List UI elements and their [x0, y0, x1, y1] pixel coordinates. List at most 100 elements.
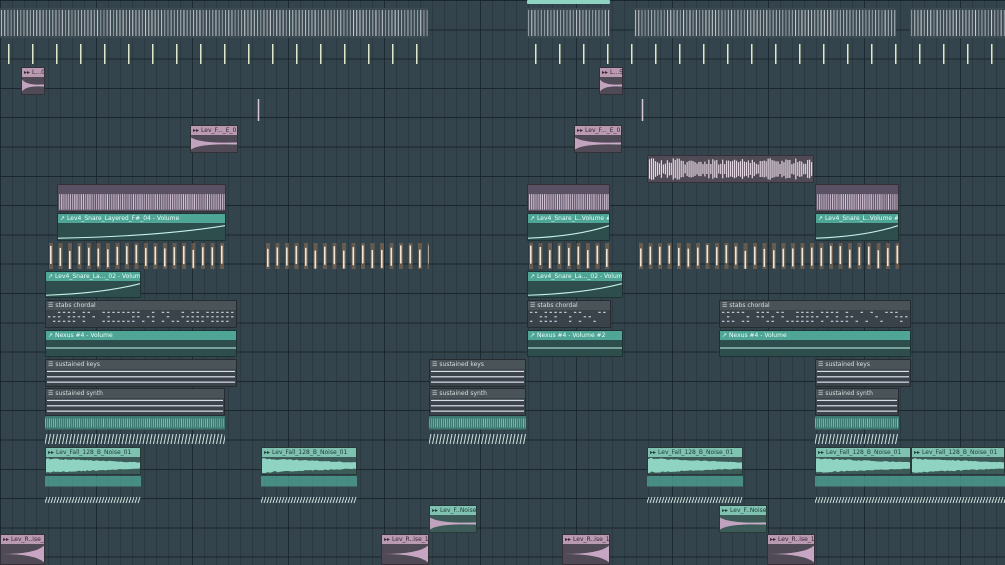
- clip-header[interactable]: ▸▸ Lev_R..ise_1: [1, 535, 44, 544]
- playlist-arrangement[interactable]: ▸▸L...05 ▸▸L...5 ▸▸Lev_F..._E_05 ▸▸Lev_F...…: [0, 0, 1005, 565]
- clip-header[interactable]: ☰ sustained synth: [430, 389, 525, 398]
- clip-header[interactable]: ▸▸L...05: [22, 68, 44, 77]
- noise-b[interactable]: ▸▸ Lev_Fall_128_B_Noise_01: [261, 447, 357, 475]
- clip-header[interactable]: ↗ Nexus #4 - Volume: [720, 331, 910, 340]
- rise-c[interactable]: ▸▸ Lev_R..ise_1: [562, 534, 610, 565]
- nexus-a[interactable]: ↗ Nexus #4 - Volume: [45, 330, 237, 357]
- noise-a[interactable]: ▸▸ Lev_Fall_128_B_Noise_01: [45, 447, 141, 475]
- clip-levf-e05-b[interactable]: ▸▸ Lev_F..._E_05: [574, 125, 622, 153]
- clip-header[interactable]: ↗ Lev4_Snare_L..Volume #2: [816, 214, 898, 223]
- automation-icon: ↗: [530, 273, 536, 280]
- clip-label: sustained synth: [825, 390, 873, 397]
- synth-c[interactable]: ☰ sustained synth: [815, 388, 899, 416]
- hat-strip-3[interactable]: [634, 8, 896, 38]
- hat-strip-4[interactable]: [910, 8, 1005, 38]
- clip-label: Lev_Fall_128_B_Noise_01: [922, 449, 998, 456]
- clip-content: [816, 369, 910, 386]
- clip-header[interactable]: ▸▸ Lev_F..Noise: [720, 506, 766, 515]
- clip-header[interactable]: ▸▸ Lev_Fall_128_B_Noise_01: [648, 448, 742, 457]
- snare-vol-a[interactable]: ↗ Lev4_Snare_Layered_F#_04 - Volume: [57, 213, 226, 241]
- clip-header[interactable]: ☰ sustained keys: [46, 360, 236, 369]
- clip-header[interactable]: ▸▸ Lev_R..ise_1: [382, 535, 428, 544]
- top-edge-clip[interactable]: [527, 0, 610, 4]
- snare-hits-c[interactable]: [527, 241, 611, 271]
- stabs-b[interactable]: ☰ stabs chordal: [527, 300, 611, 328]
- clip-header[interactable]: ☰ sustained keys: [816, 360, 910, 369]
- clip-header[interactable]: ▸▸ Lev_F..._E_05: [575, 126, 621, 135]
- synth-a[interactable]: ☰ sustained synth: [45, 388, 225, 416]
- rise-a[interactable]: ▸▸ Lev_R..ise_1: [0, 534, 45, 565]
- clip-header[interactable]: ▸▸ Lev_F..._E_05: [191, 126, 237, 135]
- clip-l05-b[interactable]: ▸▸ L...5: [599, 67, 623, 95]
- roll-clip[interactable]: [647, 155, 814, 183]
- snare-vol-b[interactable]: ↗ Lev4_Snare_L..Volume #2: [527, 213, 610, 241]
- snare-la02-a[interactable]: ↗ Lev4_Snare_La..._02 - Volume: [45, 271, 141, 298]
- clip-header[interactable]: ☰ stabs chordal: [720, 301, 910, 310]
- waveform: [46, 457, 140, 473]
- waveform: [535, 44, 993, 64]
- clip-levf-e05-a[interactable]: ▸▸ Lev_F..._E_05: [190, 125, 238, 153]
- noise-c[interactable]: ▸▸ Lev_Fall_128_B_Noise_01: [647, 447, 743, 475]
- clip-header[interactable]: ▸▸ Lev_Fall_128_B_Noise_01: [816, 448, 910, 457]
- hat-strip-2[interactable]: [527, 8, 610, 38]
- audio-clip-icon: ▸▸: [602, 69, 609, 76]
- clip-content: [815, 476, 1005, 506]
- pad-teal-a[interactable]: [45, 416, 225, 446]
- tiny-hit-a[interactable]: [256, 97, 261, 123]
- snare-dense-c[interactable]: [815, 184, 899, 212]
- clip-header[interactable]: ▸▸ Lev_F..Noise: [430, 506, 476, 515]
- clip-header[interactable]: ↗ Nexus #4 - Volume: [46, 331, 236, 340]
- clip-header[interactable]: ☰ stabs chordal: [46, 301, 236, 310]
- snare-dense-b[interactable]: [527, 184, 610, 212]
- noise-tail-d[interactable]: [815, 476, 1005, 506]
- rise-b[interactable]: ▸▸ Lev_R..ise_1: [381, 534, 429, 565]
- clip-header[interactable]: ☰ sustained keys: [430, 360, 525, 369]
- pad-teal-b[interactable]: [429, 416, 526, 446]
- levf-noise-a[interactable]: ▸▸ Lev_F..Noise: [429, 505, 477, 533]
- noise-e[interactable]: ▸▸ Lev_Fall_128_B_Noise_01: [911, 447, 1005, 475]
- clip-header[interactable]: ▸▸ Lev_Fall_128_B_Noise_01: [912, 448, 1004, 457]
- keys-b[interactable]: ☰ sustained keys: [429, 359, 526, 387]
- clip-label: Lev4_Snare_Layered_F#_04 - Volume: [67, 215, 180, 222]
- clip-header[interactable]: ▸▸ Lev_R..ise_1: [768, 535, 814, 544]
- kick-strip-1[interactable]: [0, 40, 428, 66]
- clip-header[interactable]: ↗ Lev4_Snare_La..._02 - Volume: [46, 272, 140, 281]
- stabs-c[interactable]: ☰ stabs chordal: [719, 300, 911, 328]
- snare-hits-b[interactable]: [264, 241, 429, 271]
- keys-a[interactable]: ☰ sustained keys: [45, 359, 237, 387]
- snare-hits-d[interactable]: [637, 241, 899, 271]
- nexus-b[interactable]: ↗ Nexus #4 - Volume #2: [527, 330, 623, 357]
- snare-hits-a[interactable]: [47, 241, 228, 271]
- stabs-a[interactable]: ☰ stabs chordal: [45, 300, 237, 328]
- snare-dense-a[interactable]: [57, 184, 226, 212]
- rise-d[interactable]: ▸▸ Lev_R..ise_1: [767, 534, 815, 565]
- audio-clip-icon: ▸▸: [650, 449, 657, 456]
- clip-header[interactable]: ↗ Lev4_Snare_La..._02 - Volume: [528, 272, 622, 281]
- levf-noise-b[interactable]: ▸▸ Lev_F..Noise: [719, 505, 767, 533]
- clip-header[interactable]: ↗ Nexus #4 - Volume #2: [528, 331, 622, 340]
- noise-tail-a[interactable]: [45, 476, 141, 506]
- noise-tail-c[interactable]: [647, 476, 743, 506]
- clip-header[interactable]: ▸▸ Lev_R..ise_1: [563, 535, 609, 544]
- pad-teal-c[interactable]: [815, 416, 899, 446]
- clip-header[interactable]: ▸▸ Lev_Fall_128_B_Noise_01: [46, 448, 140, 457]
- clip-header[interactable]: ↗ Lev4_Snare_L..Volume #2: [528, 214, 609, 223]
- keys-c[interactable]: ☰ sustained keys: [815, 359, 911, 387]
- clip-label: stabs chordal: [537, 302, 578, 309]
- synth-b[interactable]: ☰ sustained synth: [429, 388, 526, 416]
- clip-l05-a[interactable]: ▸▸L...05: [21, 67, 45, 95]
- snare-la02-b[interactable]: ↗ Lev4_Snare_La..._02 - Volume: [527, 271, 623, 298]
- nexus-c[interactable]: ↗ Nexus #4 - Volume: [719, 330, 911, 357]
- clip-header[interactable]: ▸▸ L...5: [600, 68, 622, 77]
- clip-header[interactable]: ☰ sustained synth: [816, 389, 898, 398]
- clip-header[interactable]: ☰ sustained synth: [46, 389, 224, 398]
- kick-strip-2[interactable]: [527, 40, 1005, 66]
- noise-d[interactable]: ▸▸ Lev_Fall_128_B_Noise_01: [815, 447, 911, 475]
- clip-header[interactable]: ▸▸ Lev_Fall_128_B_Noise_01: [262, 448, 356, 457]
- hat-strip-1[interactable]: [0, 8, 428, 38]
- noise-tail-b[interactable]: [261, 476, 357, 506]
- clip-header[interactable]: ☰ stabs chordal: [528, 301, 610, 310]
- tiny-hit-b[interactable]: [640, 97, 645, 123]
- snare-vol-c[interactable]: ↗ Lev4_Snare_L..Volume #2: [815, 213, 899, 241]
- clip-header[interactable]: ↗ Lev4_Snare_Layered_F#_04 - Volume: [58, 214, 225, 223]
